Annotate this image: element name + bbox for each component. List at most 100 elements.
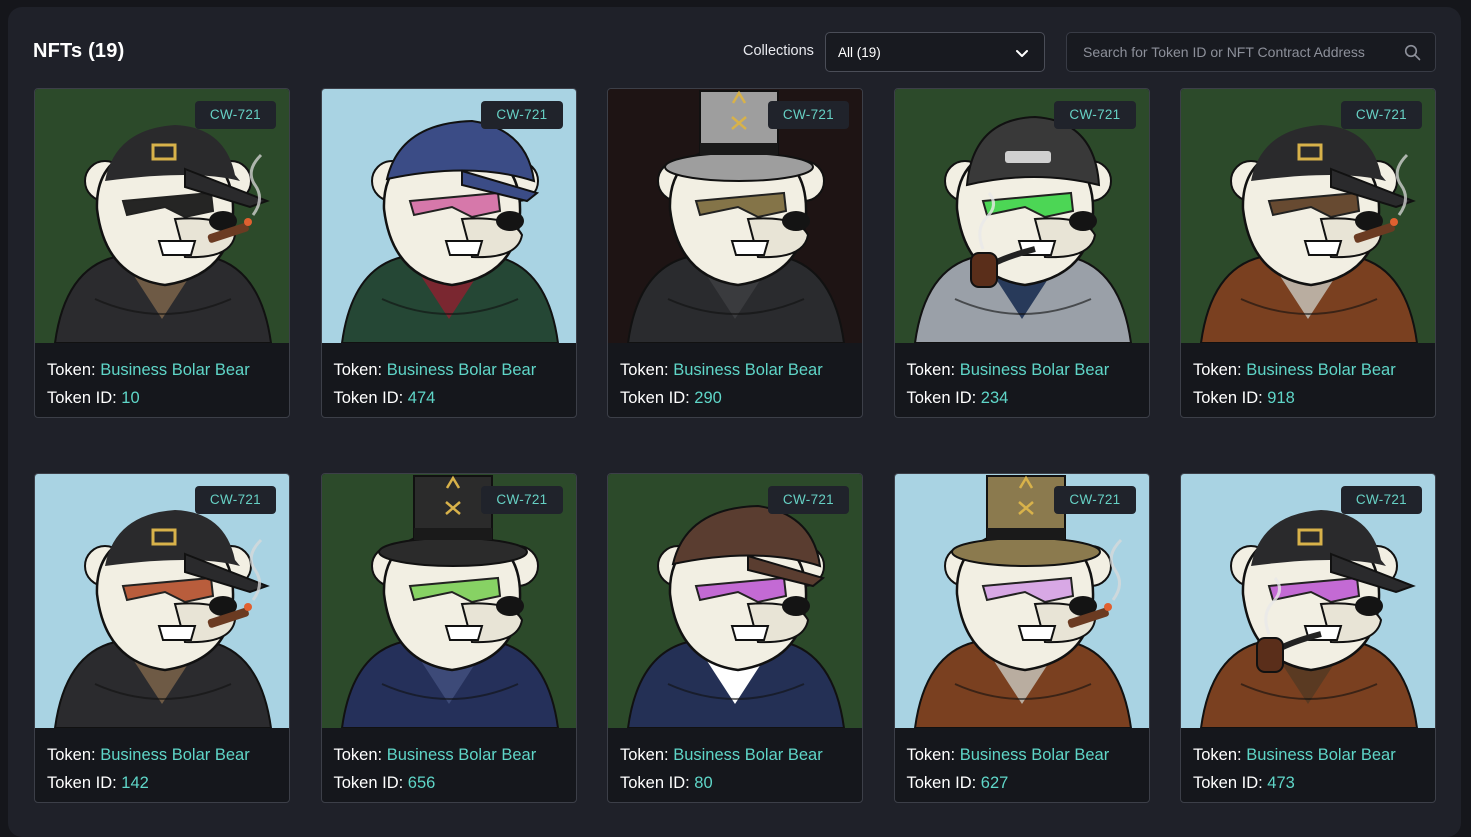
token-id-label: Token ID:: [620, 389, 695, 407]
token-standard-badge: CW-721: [194, 101, 276, 129]
token-label: Token:: [333, 361, 387, 379]
token-name-row: Token: Business Bolar Bear: [620, 356, 850, 384]
token-standard-badge: CW-721: [767, 486, 849, 514]
nft-meta: Token: Business Bolar Bear Token ID: 234: [895, 343, 1149, 412]
token-name[interactable]: Business Bolar Bear: [1246, 746, 1396, 764]
token-name[interactable]: Business Bolar Bear: [100, 746, 250, 764]
token-standard-badge: CW-721: [481, 486, 563, 514]
nft-image[interactable]: CW-721: [894, 474, 1149, 728]
token-label: Token:: [620, 746, 674, 764]
token-label: Token:: [333, 746, 387, 764]
nft-meta: Token: Business Bolar Bear Token ID: 290: [608, 343, 862, 412]
nft-card[interactable]: CW-721 Token: Business Bolar Bear Token …: [893, 88, 1150, 418]
nft-image[interactable]: CW-721: [608, 474, 862, 728]
token-label: Token:: [906, 361, 960, 379]
token-id-row: Token ID: 474: [334, 384, 564, 412]
nft-image[interactable]: CW-721: [321, 89, 576, 343]
token-standard-badge: CW-721: [767, 101, 849, 129]
token-name-row: Token: Business Bolar Bear: [334, 356, 564, 384]
nft-meta: Token: Business Bolar Bear Token ID: 80: [608, 728, 862, 797]
nft-card[interactable]: CW-721 Token: Business Bolar Bear Token …: [893, 473, 1150, 803]
collections-label: Collections: [743, 43, 814, 59]
nft-card[interactable]: CW-721 Token: Business Bolar Bear Token …: [320, 473, 577, 803]
collections-selected-value: All (19): [838, 44, 881, 60]
token-id-row: Token ID: 918: [1193, 384, 1423, 412]
token-name[interactable]: Business Bolar Bear: [960, 361, 1110, 379]
token-id-label: Token ID:: [1193, 389, 1268, 407]
nft-card[interactable]: CW-721 Token: Business Bolar Bear Token …: [1180, 473, 1436, 803]
token-id-row: Token ID: 234: [907, 384, 1137, 412]
nft-card[interactable]: CW-721 Token: Business Bolar Bear Token …: [607, 88, 863, 418]
token-id-value: 918: [1267, 389, 1295, 407]
token-name[interactable]: Business Bolar Bear: [673, 746, 823, 764]
token-name-row: Token: Business Bolar Bear: [1193, 741, 1423, 769]
token-id-label: Token ID:: [1193, 774, 1268, 792]
nft-image[interactable]: CW-721: [608, 89, 862, 343]
token-standard-badge: CW-721: [481, 101, 563, 129]
token-standard-badge: CW-721: [1340, 486, 1422, 514]
token-id-label: Token ID:: [620, 774, 695, 792]
search-input[interactable]: [1067, 33, 1397, 71]
nft-card[interactable]: CW-721 Token: Business Bolar Bear Token …: [607, 473, 863, 803]
token-id-label: Token ID:: [906, 389, 981, 407]
token-id-row: Token ID: 80: [620, 769, 850, 797]
token-id-value: 474: [407, 389, 436, 407]
search-icon[interactable]: [1404, 44, 1421, 61]
token-name[interactable]: Business Bolar Bear: [1246, 361, 1396, 379]
nft-image[interactable]: CW-721: [894, 89, 1149, 343]
token-id-value: 80: [694, 774, 713, 792]
token-name-row: Token: Business Bolar Bear: [1193, 356, 1423, 384]
nft-image[interactable]: CW-721: [1181, 474, 1435, 728]
nft-card[interactable]: CW-721 Token: Business Bolar Bear Token …: [1180, 88, 1436, 418]
token-name[interactable]: Business Bolar Bear: [100, 361, 250, 379]
nft-image[interactable]: CW-721: [35, 89, 289, 343]
token-name[interactable]: Business Bolar Bear: [673, 361, 823, 379]
nft-panel: NFTs (19) Collections All (19) Search fo…: [8, 7, 1461, 837]
token-name-row: Token: Business Bolar Bear: [334, 741, 564, 769]
token-id-label: Token ID:: [333, 389, 408, 407]
token-standard-badge: CW-721: [1340, 101, 1422, 129]
nft-card[interactable]: CW-721 Token: Business Bolar Bear Token …: [320, 88, 577, 418]
token-label: Token:: [47, 746, 101, 764]
token-id-value: 290: [694, 389, 722, 407]
token-label: Token:: [1193, 746, 1247, 764]
search-box[interactable]: [1066, 32, 1436, 72]
nft-meta: Token: Business Bolar Bear Token ID: 918: [1181, 343, 1435, 412]
token-id-row: Token ID: 142: [47, 769, 277, 797]
token-name[interactable]: Business Bolar Bear: [387, 746, 537, 764]
token-id-value: 656: [407, 774, 436, 792]
token-label: Token:: [47, 361, 101, 379]
nft-meta: Token: Business Bolar Bear Token ID: 473: [1181, 728, 1435, 797]
token-label: Token:: [620, 361, 674, 379]
nft-image[interactable]: CW-721: [1181, 89, 1435, 343]
token-id-label: Token ID:: [906, 774, 981, 792]
nft-image[interactable]: CW-721: [35, 474, 289, 728]
token-name-row: Token: Business Bolar Bear: [907, 356, 1137, 384]
token-id-value: 627: [980, 774, 1009, 792]
token-id-row: Token ID: 290: [620, 384, 850, 412]
token-name-row: Token: Business Bolar Bear: [907, 741, 1137, 769]
token-label: Token:: [906, 746, 960, 764]
token-id-value: 473: [1267, 774, 1295, 792]
token-name[interactable]: Business Bolar Bear: [387, 361, 537, 379]
token-id-value: 10: [121, 389, 140, 407]
nft-meta: Token: Business Bolar Bear Token ID: 142: [35, 728, 289, 797]
token-id-row: Token ID: 10: [47, 384, 277, 412]
token-name[interactable]: Business Bolar Bear: [960, 746, 1110, 764]
collections-select[interactable]: All (19): [825, 32, 1045, 72]
token-id-row: Token ID: 656: [334, 769, 564, 797]
token-id-label: Token ID:: [333, 774, 408, 792]
nft-meta: Token: Business Bolar Bear Token ID: 627: [895, 728, 1149, 797]
token-label: Token:: [1193, 361, 1247, 379]
nft-card[interactable]: CW-721 Token: Business Bolar Bear Token …: [34, 473, 290, 803]
nft-header: NFTs (19) Collections All (19): [33, 32, 1436, 72]
token-name-row: Token: Business Bolar Bear: [620, 741, 850, 769]
nft-card[interactable]: CW-721 Token: Business Bolar Bear Token …: [34, 88, 290, 418]
token-id-row: Token ID: 627: [907, 769, 1137, 797]
token-id-row: Token ID: 473: [1193, 769, 1423, 797]
token-id-label: Token ID:: [47, 389, 122, 407]
token-name-row: Token: Business Bolar Bear: [47, 741, 277, 769]
token-standard-badge: CW-721: [1054, 486, 1136, 514]
nft-image[interactable]: CW-721: [321, 474, 576, 728]
nft-grid: CW-721 Token: Business Bolar Bear Token …: [34, 88, 1436, 803]
